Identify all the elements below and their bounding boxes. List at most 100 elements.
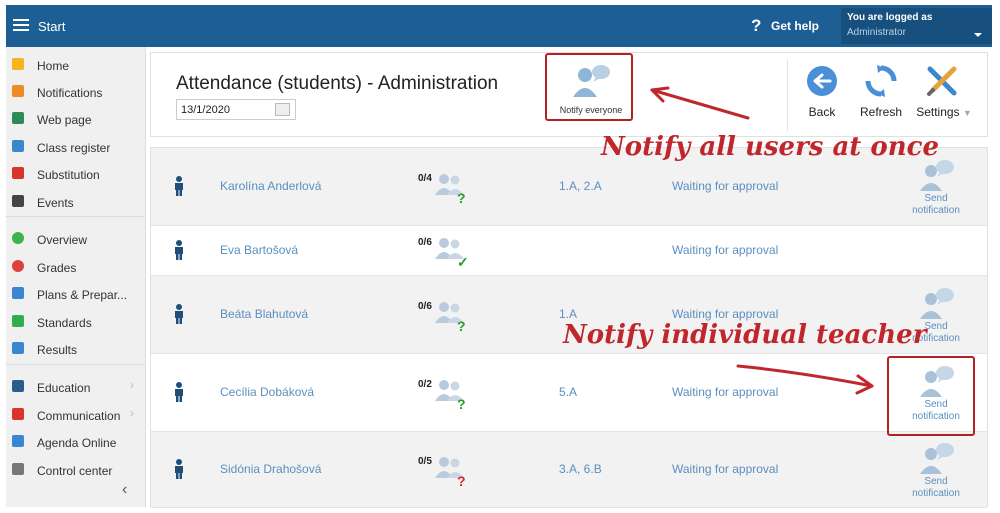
sidebar-item-label: Grades (37, 261, 77, 275)
class-list[interactable]: 5.A (559, 385, 577, 399)
approval-status[interactable]: Waiting for approval (672, 462, 778, 476)
briefcase-icon (12, 287, 24, 299)
teacher-name[interactable]: Eva Bartošová (220, 243, 298, 257)
annotation-notify-individual: Notify individual teacher (563, 320, 927, 350)
refresh-label: Refresh (859, 105, 903, 119)
table-row: Sidónia Drahošová 0/5? 3.A, 6.B Waiting for… (151, 432, 987, 508)
sidebar-item-label: Substitution (37, 168, 100, 182)
sidebar-item[interactable]: Agenda Online (6, 428, 146, 454)
sidebar-item[interactable]: Home (6, 51, 146, 77)
chat-icon (12, 408, 24, 420)
date-field[interactable]: 13/1/2020 (176, 99, 296, 120)
calendar-icon[interactable] (275, 103, 290, 116)
sidebar-item-label: Education (37, 381, 91, 395)
sidebar-divider (6, 364, 146, 365)
sidebar-item-label: Plans & Prepar... (37, 288, 128, 302)
sidebar-item[interactable]: Grades (6, 253, 146, 279)
sidebar-item[interactable]: Overview (6, 225, 146, 251)
table-row: Cecília Dobáková 0/2? 5.A Waiting for appro… (151, 354, 987, 432)
chevron-down-icon (974, 33, 982, 37)
refresh-button[interactable]: Refresh (853, 63, 909, 123)
approval-status-icon: ? (457, 396, 466, 412)
attendance-count: 0/4 (418, 173, 432, 184)
send-notification-label: Send notification (912, 193, 960, 216)
sidebar-item-label: Overview (37, 233, 88, 247)
chevron-right-icon: › (130, 406, 134, 420)
menu-icon[interactable] (13, 19, 29, 32)
sidebar-item[interactable]: Education › (6, 373, 146, 399)
person-icon (175, 240, 183, 260)
sidebar-item-label: Class register (37, 141, 111, 155)
class-list[interactable]: 3.A, 6.B (559, 462, 602, 476)
settings-button[interactable]: Settings ▼ (913, 63, 975, 123)
notify-user-icon (919, 442, 955, 479)
envelope-icon (12, 85, 24, 97)
sidebar-item[interactable]: Notifications (6, 78, 146, 104)
start-link[interactable]: Start (38, 19, 65, 34)
sidebar-item-label: Events (37, 196, 74, 210)
sidebar: ‹ Home Notifications Web page Class registe… (6, 47, 146, 507)
approval-status[interactable]: Waiting for approval (672, 179, 778, 193)
approval-status[interactable]: Waiting for approval (672, 307, 778, 321)
back-button[interactable]: Back (799, 63, 845, 123)
help-icon[interactable]: ? (751, 16, 761, 36)
sidebar-item-label: Results (37, 343, 78, 357)
teacher-name[interactable]: Karolína Anderlová (220, 179, 321, 193)
person-icon (175, 459, 183, 479)
user-dropdown[interactable]: You are logged as Administrator (841, 8, 992, 44)
settings-tools-icon (927, 66, 957, 96)
person-icon (175, 304, 183, 324)
teacher-name[interactable]: Beáta Blahutová (220, 307, 308, 321)
sidebar-item-label: Communication (37, 409, 121, 423)
top-bar: Start ? Get help You are logged as Admin… (6, 5, 992, 47)
approval-status-icon: ✓ (457, 254, 469, 270)
sidebar-item-label: Home (37, 59, 70, 73)
teacher-name[interactable]: Cecília Dobáková (220, 385, 314, 399)
attendance-count: 0/6 (418, 237, 432, 248)
pencil-icon (12, 435, 24, 447)
sidebar-item[interactable]: Results (6, 335, 146, 361)
back-arrow-icon (807, 66, 837, 96)
class-list[interactable]: 1.A, 2.A (559, 179, 602, 193)
sidebar-item-label: Agenda Online (37, 436, 117, 450)
approval-status-icon: ? (457, 318, 466, 334)
user-role: Administrator (847, 27, 906, 38)
table-row: Eva Bartošová 0/6 ✓ Waiting for approval (151, 226, 987, 276)
sidebar-divider (6, 216, 146, 217)
annotation-notify-all: Notify all users at once (601, 132, 939, 162)
sidebar-item[interactable]: Communication › (6, 401, 146, 427)
sidebar-item-label: Standards (37, 316, 92, 330)
star-icon (12, 58, 24, 70)
header-divider (787, 59, 788, 131)
sidebar-item[interactable]: Events (6, 188, 146, 214)
page-title: Attendance (students) - Administration (176, 73, 499, 94)
highlight-notify-everyone (545, 53, 633, 121)
send-notification-button[interactable]: Send notification (901, 157, 971, 219)
person-icon (175, 382, 183, 402)
calendar-icon (12, 195, 24, 207)
approval-status[interactable]: Waiting for approval (672, 385, 778, 399)
sidebar-item[interactable]: Plans & Prepar... (6, 280, 146, 306)
send-notification-button[interactable]: Send notification (901, 440, 971, 502)
class-list[interactable]: 1.A (559, 307, 577, 321)
sidebar-item[interactable]: Standards (6, 308, 146, 334)
sidebar-item[interactable]: Class register (6, 133, 146, 159)
approval-status-icon: ? (457, 473, 466, 489)
sidebar-item-label: Control center (37, 464, 113, 478)
teacher-name[interactable]: Sidónia Drahošová (220, 462, 321, 476)
book-icon (12, 140, 24, 152)
sidebar-item[interactable]: Control center (6, 456, 146, 482)
approval-status[interactable]: Waiting for approval (672, 243, 778, 257)
refresh-icon (865, 65, 897, 97)
settings-label: Settings ▼ (916, 105, 972, 119)
get-help-link[interactable]: Get help (771, 19, 819, 33)
attendance-count: 0/2 (418, 379, 432, 390)
sidebar-item[interactable]: Web page (6, 105, 146, 131)
date-value: 13/1/2020 (181, 104, 230, 116)
approval-status-icon: ? (457, 190, 466, 206)
collapse-sidebar-icon[interactable]: ‹ (122, 481, 127, 499)
attendance-count: 0/5 (418, 456, 432, 467)
attendance-count: 0/6 (418, 301, 432, 312)
sidebar-item[interactable]: Substitution (6, 160, 146, 186)
notify-user-icon (919, 287, 955, 324)
